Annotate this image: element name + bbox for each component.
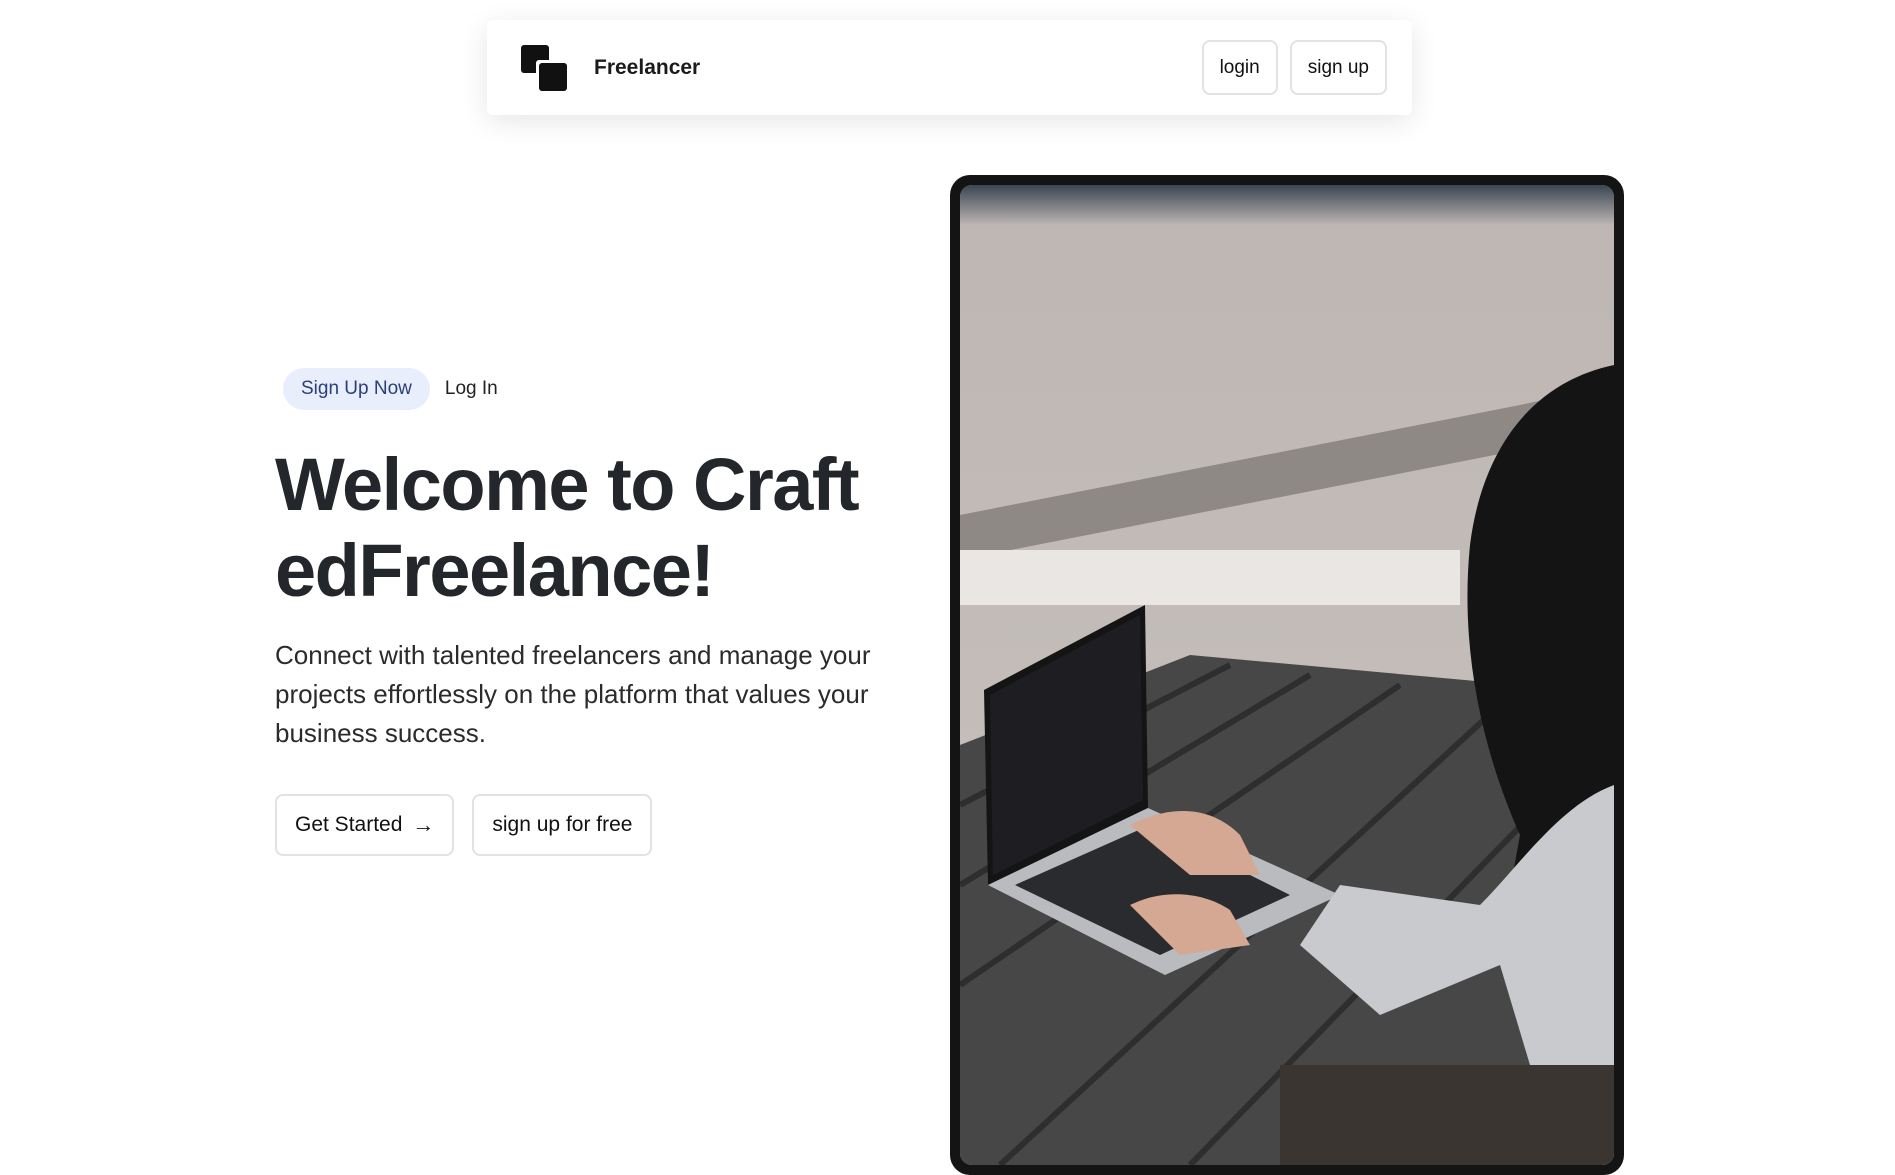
hero-image-frame: [950, 175, 1624, 1175]
signup-button[interactable]: sign up: [1289, 40, 1387, 95]
hero-description: Connect with talented freelancers and ma…: [275, 640, 871, 748]
get-started-label: Get Started: [295, 813, 403, 836]
sign-up-free-button[interactable]: sign up for free: [472, 794, 653, 856]
hero-photo-woman-laptop: [960, 185, 1614, 1165]
sign-up-now-pill[interactable]: Sign Up Now: [283, 368, 430, 410]
brand-name[interactable]: Freelancer: [594, 56, 700, 80]
cta-row: Get Started → sign up for free: [275, 794, 895, 856]
log-in-link[interactable]: Log In: [445, 378, 498, 400]
get-started-button[interactable]: Get Started →: [275, 794, 455, 856]
top-navbar: Freelancer login sign up: [487, 20, 1412, 115]
logo-icon[interactable]: [521, 44, 567, 91]
hero-section: Sign Up Now Log In Welcome to CraftedFre…: [275, 368, 895, 856]
arrow-right-icon: →: [412, 812, 435, 837]
page-title: Welcome to CraftedFreelance!: [275, 443, 860, 612]
hero-tabs: Sign Up Now Log In: [283, 368, 895, 410]
login-button[interactable]: login: [1201, 40, 1278, 95]
